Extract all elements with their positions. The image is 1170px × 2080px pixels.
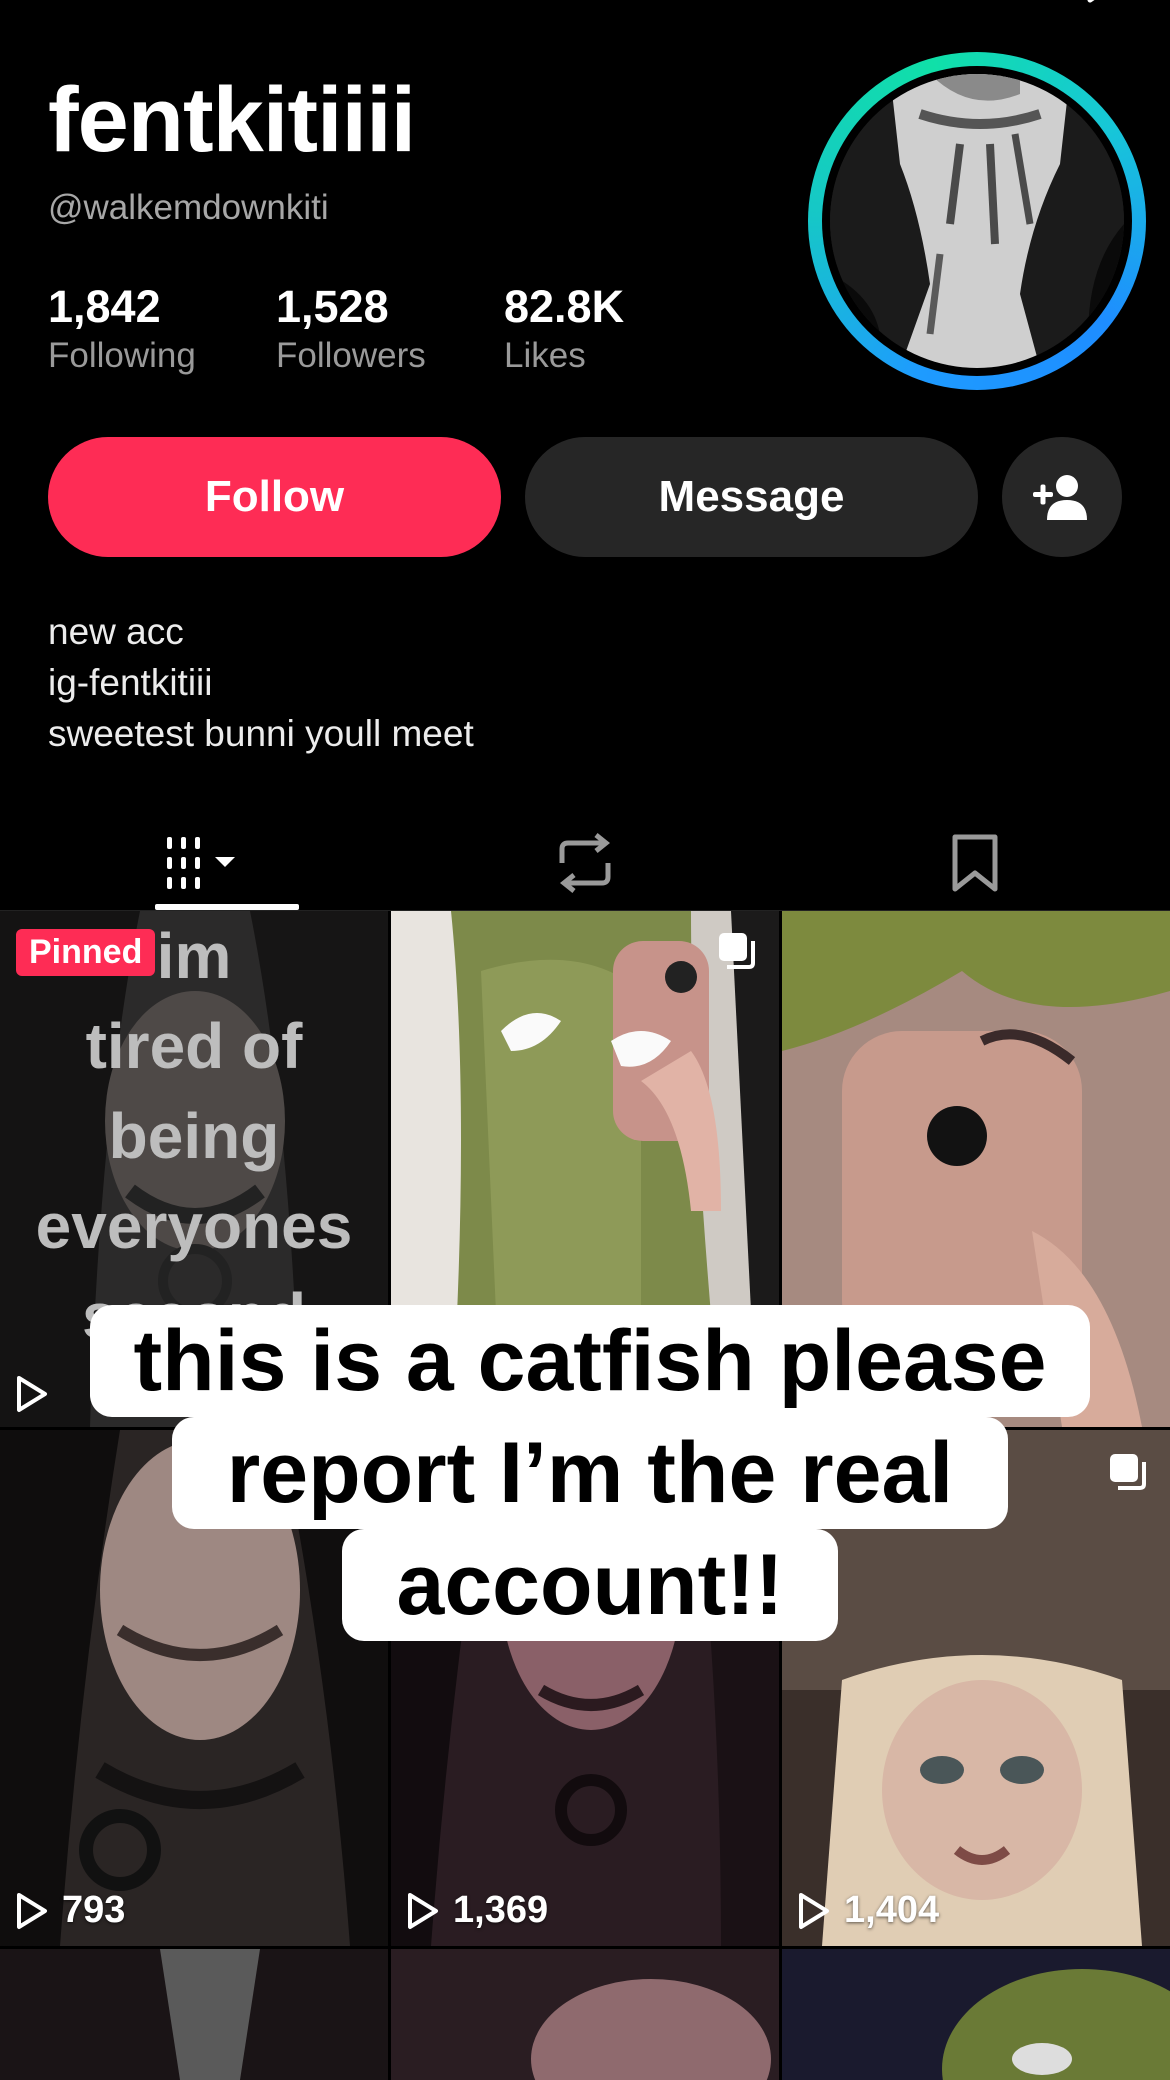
video-thumbnail[interactable] [391, 1949, 779, 2080]
avatar-border [822, 66, 1132, 376]
following-stat[interactable]: 1,842 Following [48, 282, 196, 376]
tab-reposts[interactable] [390, 818, 780, 908]
view-count: 1,404 [798, 1889, 939, 1932]
followers-stat[interactable]: 1,528 Followers [276, 282, 426, 376]
bio-line: sweetest bunni youll meet [48, 713, 474, 754]
pinned-badge: Pinned [16, 929, 156, 976]
bookmark-icon [952, 834, 998, 892]
tab-saved[interactable] [780, 818, 1170, 908]
user-handle: @walkemdownkiti [48, 188, 329, 227]
followers-label: Followers [276, 335, 426, 375]
multi-photo-icon [719, 933, 755, 969]
multi-photo-icon [1110, 1454, 1146, 1490]
overlay-caption-line: this is a catfish please [90, 1305, 1090, 1417]
grid-icon [167, 837, 235, 889]
add-user-icon [1033, 475, 1087, 520]
likes-stat[interactable]: 82.8K Likes [504, 282, 624, 376]
view-count: 1,369 [407, 1889, 548, 1932]
video-thumbnail[interactable] [782, 1949, 1170, 2080]
repost-icon [559, 833, 611, 893]
following-label: Following [48, 335, 196, 375]
following-count: 1,842 [48, 281, 161, 332]
play-icon [17, 1376, 47, 1412]
likes-count: 82.8K [504, 281, 625, 332]
display-name: fentkitiiii [48, 69, 416, 171]
view-count-partial [16, 1375, 62, 1413]
tab-videos[interactable] [0, 818, 390, 908]
avatar[interactable] [808, 52, 1146, 390]
bio-line: new acc [48, 611, 184, 652]
play-icon [408, 1892, 438, 1929]
message-button[interactable]: Message [525, 437, 978, 557]
pinned-overlay-text: im tired of being everyones second [35, 920, 353, 1352]
likes-label: Likes [504, 335, 586, 375]
follow-button[interactable]: Follow [48, 437, 501, 557]
bio-line: ig-fentkitiii [48, 662, 213, 703]
overlay-caption-line: account!! [342, 1529, 838, 1641]
followers-count: 1,528 [276, 281, 389, 332]
top-action-icons[interactable] [940, 0, 1120, 8]
back-arrow-icon[interactable] [66, 0, 90, 8]
overlay-caption-line: report I’m the real [172, 1417, 1008, 1529]
video-thumbnail[interactable] [0, 1949, 388, 2080]
play-icon [17, 1892, 47, 1929]
avatar-photo [830, 74, 1124, 368]
play-icon [799, 1892, 829, 1929]
view-count: 793 [16, 1889, 125, 1932]
bio: new acc ig-fentkitiii sweetest bunni you… [48, 606, 474, 759]
add-friend-button[interactable] [1002, 437, 1122, 557]
